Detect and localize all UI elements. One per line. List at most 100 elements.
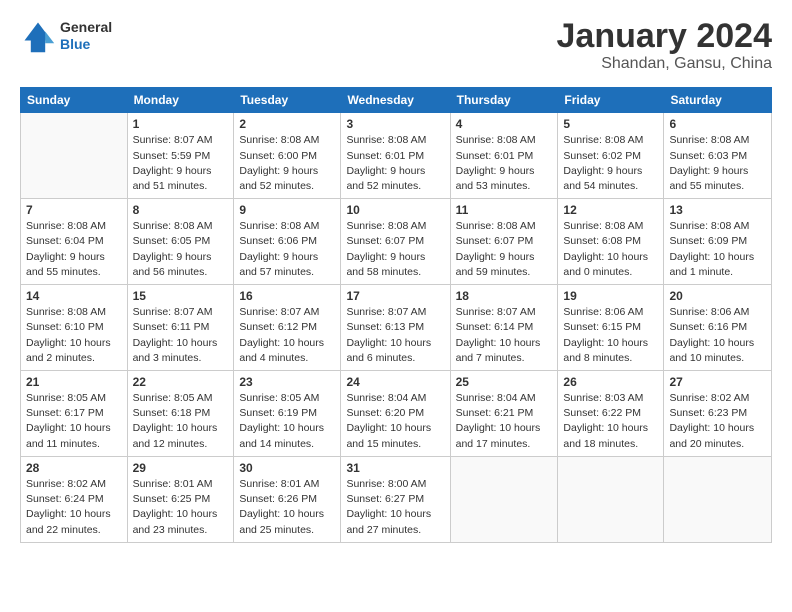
- col-tuesday: Tuesday: [234, 88, 341, 113]
- col-wednesday: Wednesday: [341, 88, 450, 113]
- day-number: 17: [346, 289, 444, 303]
- day-info: Sunrise: 8:08 AMSunset: 6:02 PMDaylight:…: [563, 133, 658, 194]
- table-cell: 18Sunrise: 8:07 AMSunset: 6:14 PMDayligh…: [450, 285, 558, 371]
- table-cell: 12 Sunrise: 8:08 AMSunset: 6:08 PMDayligh…: [558, 199, 664, 285]
- header: General Blue January 2024 Shandan, Gansu…: [20, 18, 772, 73]
- day-info: Sunrise: 8:08 AMSunset: 6:05 PMDaylight:…: [133, 219, 229, 280]
- table-cell: 10Sunrise: 8:08 AMSunset: 6:07 PMDayligh…: [341, 199, 450, 285]
- table-cell: 3 Sunrise: 8:08 AMSunset: 6:01 PMDaylight…: [341, 113, 450, 199]
- day-number: 28: [26, 461, 122, 475]
- day-info: Sunrise: 8:08 AMSunset: 6:00 PMDaylight:…: [239, 133, 335, 194]
- day-number: 2: [239, 117, 335, 131]
- week-row-4: 21Sunrise: 8:05 AMSunset: 6:17 PMDayligh…: [21, 371, 772, 457]
- table-cell: 17Sunrise: 8:07 AMSunset: 6:13 PMDayligh…: [341, 285, 450, 371]
- week-row-1: 1 Sunrise: 8:07 AMSunset: 5:59 PMDaylight…: [21, 113, 772, 199]
- day-info: Sunrise: 8:07 AMSunset: 5:59 PMDaylight:…: [133, 133, 229, 194]
- day-info: Sunrise: 8:08 AMSunset: 6:06 PMDaylight:…: [239, 219, 335, 280]
- week-row-5: 28 Sunrise: 8:02 AMSunset: 6:24 PMDayligh…: [21, 456, 772, 542]
- day-info: Sunrise: 8:08 AMSunset: 6:04 PMDaylight:…: [26, 219, 122, 280]
- day-number: 13: [669, 203, 766, 217]
- day-number: 1: [133, 117, 229, 131]
- day-number: 29: [133, 461, 229, 475]
- col-thursday: Thursday: [450, 88, 558, 113]
- day-number: 9: [239, 203, 335, 217]
- logo-text: General Blue: [60, 19, 112, 53]
- day-number: 15: [133, 289, 229, 303]
- table-cell: 27 Sunrise: 8:02 AMSunset: 6:23 PMDayligh…: [664, 371, 772, 457]
- day-number: 11: [456, 203, 553, 217]
- table-cell: [450, 456, 558, 542]
- table-cell: 15 Sunrise: 8:07 AMSunset: 6:11 PMDayligh…: [127, 285, 234, 371]
- table-cell: 2 Sunrise: 8:08 AMSunset: 6:00 PMDaylight…: [234, 113, 341, 199]
- table-cell: 22Sunrise: 8:05 AMSunset: 6:18 PMDayligh…: [127, 371, 234, 457]
- table-cell: 14 Sunrise: 8:08 AMSunset: 6:10 PMDayligh…: [21, 285, 128, 371]
- calendar-header-row: Sunday Monday Tuesday Wednesday Thursday…: [21, 88, 772, 113]
- day-number: 5: [563, 117, 658, 131]
- day-info: Sunrise: 8:08 AMSunset: 6:07 PMDaylight:…: [456, 219, 553, 280]
- title-block: January 2024 Shandan, Gansu, China: [557, 18, 773, 73]
- table-cell: 5 Sunrise: 8:08 AMSunset: 6:02 PMDaylight…: [558, 113, 664, 199]
- location: Shandan, Gansu, China: [557, 55, 773, 73]
- day-info: Sunrise: 8:07 AMSunset: 6:11 PMDaylight:…: [133, 305, 229, 366]
- day-number: 10: [346, 203, 444, 217]
- table-cell: 13 Sunrise: 8:08 AMSunset: 6:09 PMDayligh…: [664, 199, 772, 285]
- table-cell: 6 Sunrise: 8:08 AMSunset: 6:03 PMDaylight…: [664, 113, 772, 199]
- table-cell: 19 Sunrise: 8:06 AMSunset: 6:15 PMDayligh…: [558, 285, 664, 371]
- day-number: 19: [563, 289, 658, 303]
- logo: General Blue: [20, 18, 112, 54]
- day-info: Sunrise: 8:07 AMSunset: 6:14 PMDaylight:…: [456, 305, 553, 366]
- table-cell: 26 Sunrise: 8:03 AMSunset: 6:22 PMDayligh…: [558, 371, 664, 457]
- calendar-table: Sunday Monday Tuesday Wednesday Thursday…: [20, 87, 772, 542]
- day-info: Sunrise: 8:08 AMSunset: 6:09 PMDaylight:…: [669, 219, 766, 280]
- table-cell: 1 Sunrise: 8:07 AMSunset: 5:59 PMDaylight…: [127, 113, 234, 199]
- day-info: Sunrise: 8:06 AMSunset: 6:15 PMDaylight:…: [563, 305, 658, 366]
- day-info: Sunrise: 8:02 AMSunset: 6:24 PMDaylight:…: [26, 477, 122, 538]
- table-cell: [21, 113, 128, 199]
- week-row-2: 7Sunrise: 8:08 AMSunset: 6:04 PMDaylight…: [21, 199, 772, 285]
- day-info: Sunrise: 8:08 AMSunset: 6:01 PMDaylight:…: [346, 133, 444, 194]
- day-info: Sunrise: 8:03 AMSunset: 6:22 PMDaylight:…: [563, 391, 658, 452]
- table-cell: 16Sunrise: 8:07 AMSunset: 6:12 PMDayligh…: [234, 285, 341, 371]
- table-cell: [664, 456, 772, 542]
- table-cell: 24 Sunrise: 8:04 AMSunset: 6:20 PMDayligh…: [341, 371, 450, 457]
- day-info: Sunrise: 8:08 AMSunset: 6:03 PMDaylight:…: [669, 133, 766, 194]
- page: General Blue January 2024 Shandan, Gansu…: [0, 0, 792, 555]
- day-number: 23: [239, 375, 335, 389]
- col-sunday: Sunday: [21, 88, 128, 113]
- day-number: 26: [563, 375, 658, 389]
- day-number: 14: [26, 289, 122, 303]
- day-number: 27: [669, 375, 766, 389]
- day-info: Sunrise: 8:04 AMSunset: 6:20 PMDaylight:…: [346, 391, 444, 452]
- col-friday: Friday: [558, 88, 664, 113]
- day-info: Sunrise: 8:01 AMSunset: 6:26 PMDaylight:…: [239, 477, 335, 538]
- col-saturday: Saturday: [664, 88, 772, 113]
- table-cell: 29 Sunrise: 8:01 AMSunset: 6:25 PMDayligh…: [127, 456, 234, 542]
- table-cell: [558, 456, 664, 542]
- table-cell: 9 Sunrise: 8:08 AMSunset: 6:06 PMDaylight…: [234, 199, 341, 285]
- logo-blue-text: Blue: [60, 36, 112, 53]
- logo-general-text: General: [60, 19, 112, 36]
- logo-icon: [20, 18, 56, 54]
- day-number: 8: [133, 203, 229, 217]
- day-info: Sunrise: 8:02 AMSunset: 6:23 PMDaylight:…: [669, 391, 766, 452]
- day-info: Sunrise: 8:05 AMSunset: 6:17 PMDaylight:…: [26, 391, 122, 452]
- day-number: 3: [346, 117, 444, 131]
- day-number: 24: [346, 375, 444, 389]
- table-cell: 25 Sunrise: 8:04 AMSunset: 6:21 PMDayligh…: [450, 371, 558, 457]
- day-number: 25: [456, 375, 553, 389]
- month-title: January 2024: [557, 18, 773, 55]
- table-cell: 31Sunrise: 8:00 AMSunset: 6:27 PMDayligh…: [341, 456, 450, 542]
- day-number: 6: [669, 117, 766, 131]
- day-info: Sunrise: 8:08 AMSunset: 6:08 PMDaylight:…: [563, 219, 658, 280]
- table-cell: 11 Sunrise: 8:08 AMSunset: 6:07 PMDayligh…: [450, 199, 558, 285]
- day-number: 20: [669, 289, 766, 303]
- table-cell: 4Sunrise: 8:08 AMSunset: 6:01 PMDaylight…: [450, 113, 558, 199]
- day-info: Sunrise: 8:07 AMSunset: 6:12 PMDaylight:…: [239, 305, 335, 366]
- day-number: 4: [456, 117, 553, 131]
- day-info: Sunrise: 8:08 AMSunset: 6:10 PMDaylight:…: [26, 305, 122, 366]
- day-number: 12: [563, 203, 658, 217]
- day-info: Sunrise: 8:05 AMSunset: 6:18 PMDaylight:…: [133, 391, 229, 452]
- day-info: Sunrise: 8:01 AMSunset: 6:25 PMDaylight:…: [133, 477, 229, 538]
- table-cell: 28 Sunrise: 8:02 AMSunset: 6:24 PMDayligh…: [21, 456, 128, 542]
- day-info: Sunrise: 8:04 AMSunset: 6:21 PMDaylight:…: [456, 391, 553, 452]
